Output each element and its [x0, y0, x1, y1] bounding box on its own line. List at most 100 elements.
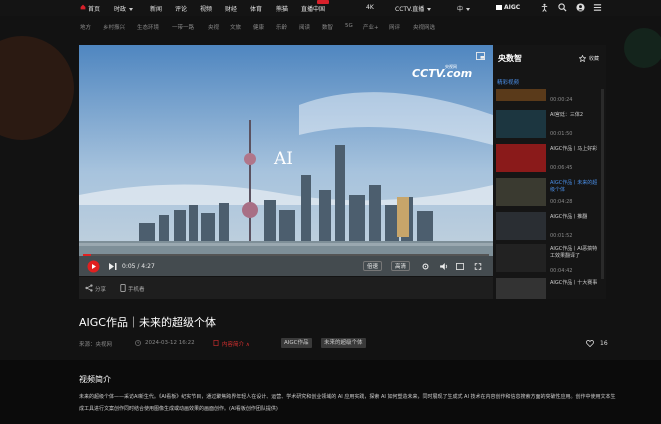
playlist-panel: 央数智 收藏 精彩视频 00:00:24 AI宫廷：三体2 00:01:50 A…: [493, 45, 606, 299]
video-thumbnail: [496, 110, 546, 138]
mobile-watch-button[interactable]: 手机看: [128, 285, 145, 293]
subnav-item[interactable]: 产业+: [363, 23, 379, 31]
nav-sports[interactable]: 体育: [250, 4, 262, 13]
nav-news[interactable]: 新闻: [150, 4, 162, 13]
cctv-watermark: CCTV.com: [412, 67, 473, 80]
item-duration: 00:01:52: [550, 233, 573, 239]
video-overlay-text: AI: [274, 149, 293, 169]
nav-video[interactable]: 视频: [200, 4, 212, 13]
list-item[interactable]: AIGC作品丨马上好彩 00:06:45: [496, 144, 602, 174]
item-duration: 00:04:28: [550, 199, 573, 205]
item-title: AIGC作品丨未来的超级个体: [550, 180, 598, 193]
nav-comment[interactable]: 评论: [175, 4, 187, 13]
video-thumbnail: [496, 144, 546, 172]
tag-chip[interactable]: 未来的超级个体: [321, 338, 366, 348]
subnav-item[interactable]: 数智: [322, 23, 333, 31]
nav-politics[interactable]: 时政: [114, 4, 134, 13]
item-duration: 00:00:24: [550, 97, 573, 103]
panel-title: 央数智: [498, 54, 522, 63]
cctv-watermark-sub: 央视网: [445, 64, 457, 69]
home-icon[interactable]: [80, 4, 86, 10]
chevron-down-icon: [427, 8, 432, 11]
nav-panda[interactable]: 熊猫: [276, 4, 288, 13]
item-title: AI宫廷：三体2: [550, 112, 584, 118]
heart-icon[interactable]: [586, 340, 594, 347]
subnav-item[interactable]: 央视网选: [413, 23, 435, 31]
playlist: 00:00:24 AI宫廷：三体2 00:01:50 AIGC作品丨马上好彩 0…: [493, 89, 606, 299]
video-player[interactable]: CCTV.com 央视网 AI: [79, 45, 493, 276]
play-icon[interactable]: [87, 260, 100, 273]
list-item[interactable]: AI宫廷：三体2 00:01:50: [496, 110, 602, 140]
like-count: 16: [600, 340, 608, 347]
nav-finance[interactable]: 财经: [225, 4, 237, 13]
nav-aigc[interactable]: AIGC: [496, 4, 520, 11]
list-item[interactable]: AIGC作品丨推翻 00:01:52: [496, 212, 602, 242]
video-source: 来源：央视网: [79, 342, 113, 348]
widescreen-icon[interactable]: [456, 263, 464, 270]
pip-icon[interactable]: [476, 52, 485, 60]
item-title: AIGC作品丨推翻: [550, 214, 588, 220]
playlist-scrollbar[interactable]: [601, 89, 604, 279]
nav-live-china[interactable]: 直播中国: [301, 4, 325, 13]
item-title: AIGC作品丨十大赛事: [550, 280, 598, 286]
subnav-item[interactable]: 5G: [345, 23, 353, 29]
subnav-item[interactable]: 央视: [208, 23, 219, 31]
item-duration: 00:01:50: [550, 131, 573, 137]
item-title: AIGC作品丨AI恶搞特工效果翻译了: [550, 246, 598, 259]
item-duration: 00:06:45: [550, 165, 573, 171]
star-icon[interactable]: [579, 55, 586, 62]
fullscreen-icon[interactable]: [474, 263, 482, 270]
intro-toggle[interactable]: 内容简介 ∧: [222, 340, 250, 348]
item-title: AIGC作品丨马上好彩: [550, 146, 598, 152]
chevron-down-icon: [129, 8, 134, 11]
video-date: 2024-03-12 16:22: [145, 340, 195, 346]
menu-icon[interactable]: [593, 3, 602, 12]
nav-home[interactable]: 首页: [88, 4, 100, 13]
sub-nav: 地方 乡村振兴 生态环境 一带一路 央视 文旅 健康 乐龄 阅读 数智 5G 产…: [0, 16, 661, 38]
list-item[interactable]: AIGC作品丨AI恶搞特工效果翻译了 00:04:42: [496, 244, 602, 274]
top-nav: 首页 时政 新闻 评论 视频 财经 体育 熊猫 直播中国 4K CCTV.直播 …: [0, 0, 661, 16]
video-title: AIGC作品｜未来的超级个体: [79, 316, 216, 329]
nav-cctv-live[interactable]: CCTV.直播: [395, 4, 432, 13]
volume-icon[interactable]: [440, 263, 448, 270]
subnav-item[interactable]: 地方: [80, 23, 91, 31]
subnav-item[interactable]: 乡村振兴: [103, 23, 125, 31]
aigc-logo-icon: [496, 5, 502, 10]
time-display: 0:05 / 4:27: [122, 263, 155, 270]
video-intro: 视频简介 未来的超级个体——采访AI新生代。《AI看板》纪实节目，通过聚焦跨界年…: [0, 360, 661, 424]
clock-icon: [135, 340, 141, 346]
share-button[interactable]: 分享: [95, 285, 106, 293]
next-icon[interactable]: [109, 263, 117, 270]
subnav-item[interactable]: 一带一路: [172, 23, 194, 31]
share-bar: 分享 手机看: [79, 277, 493, 299]
chevron-down-icon: [466, 8, 471, 11]
video-thumbnail: [496, 244, 546, 272]
decorative-circle: [624, 28, 661, 68]
subnav-item[interactable]: 文旅: [230, 23, 241, 31]
search-icon[interactable]: [558, 3, 567, 12]
intro-body: 未来的超级个体——采访AI新生代。《AI看板》纪实节目，通过聚焦跨界年轻人在设计…: [79, 394, 616, 412]
video-thumbnail: [496, 89, 546, 101]
settings-icon[interactable]: [422, 263, 429, 270]
subnav-item[interactable]: 乐龄: [276, 23, 287, 31]
video-thumbnail: [496, 178, 546, 206]
share-icon: [85, 284, 93, 292]
subnav-item[interactable]: 生态环境: [137, 23, 159, 31]
subnav-item[interactable]: 健康: [253, 23, 264, 31]
nav-4k[interactable]: 4K: [366, 4, 374, 11]
user-icon[interactable]: [576, 3, 585, 12]
quality-button[interactable]: 高清: [391, 261, 411, 271]
video-thumbnail: [496, 278, 546, 299]
tab-highlights[interactable]: 精彩视频: [497, 78, 519, 86]
language-select[interactable]: 中: [457, 4, 471, 13]
list-item[interactable]: AIGC作品丨未来的超级个体 00:04:28: [496, 178, 602, 208]
tag-chip[interactable]: AIGC作品: [281, 338, 312, 348]
subnav-item[interactable]: 网评: [389, 23, 400, 31]
document-icon: [213, 340, 219, 346]
list-item[interactable]: AIGC作品丨十大赛事: [496, 278, 602, 299]
speed-button[interactable]: 倍速: [363, 261, 383, 271]
favorite-button[interactable]: 收藏: [589, 55, 599, 62]
subnav-item[interactable]: 阅读: [299, 23, 310, 31]
video-thumbnail: [496, 212, 546, 240]
accessibility-icon[interactable]: [540, 3, 549, 12]
